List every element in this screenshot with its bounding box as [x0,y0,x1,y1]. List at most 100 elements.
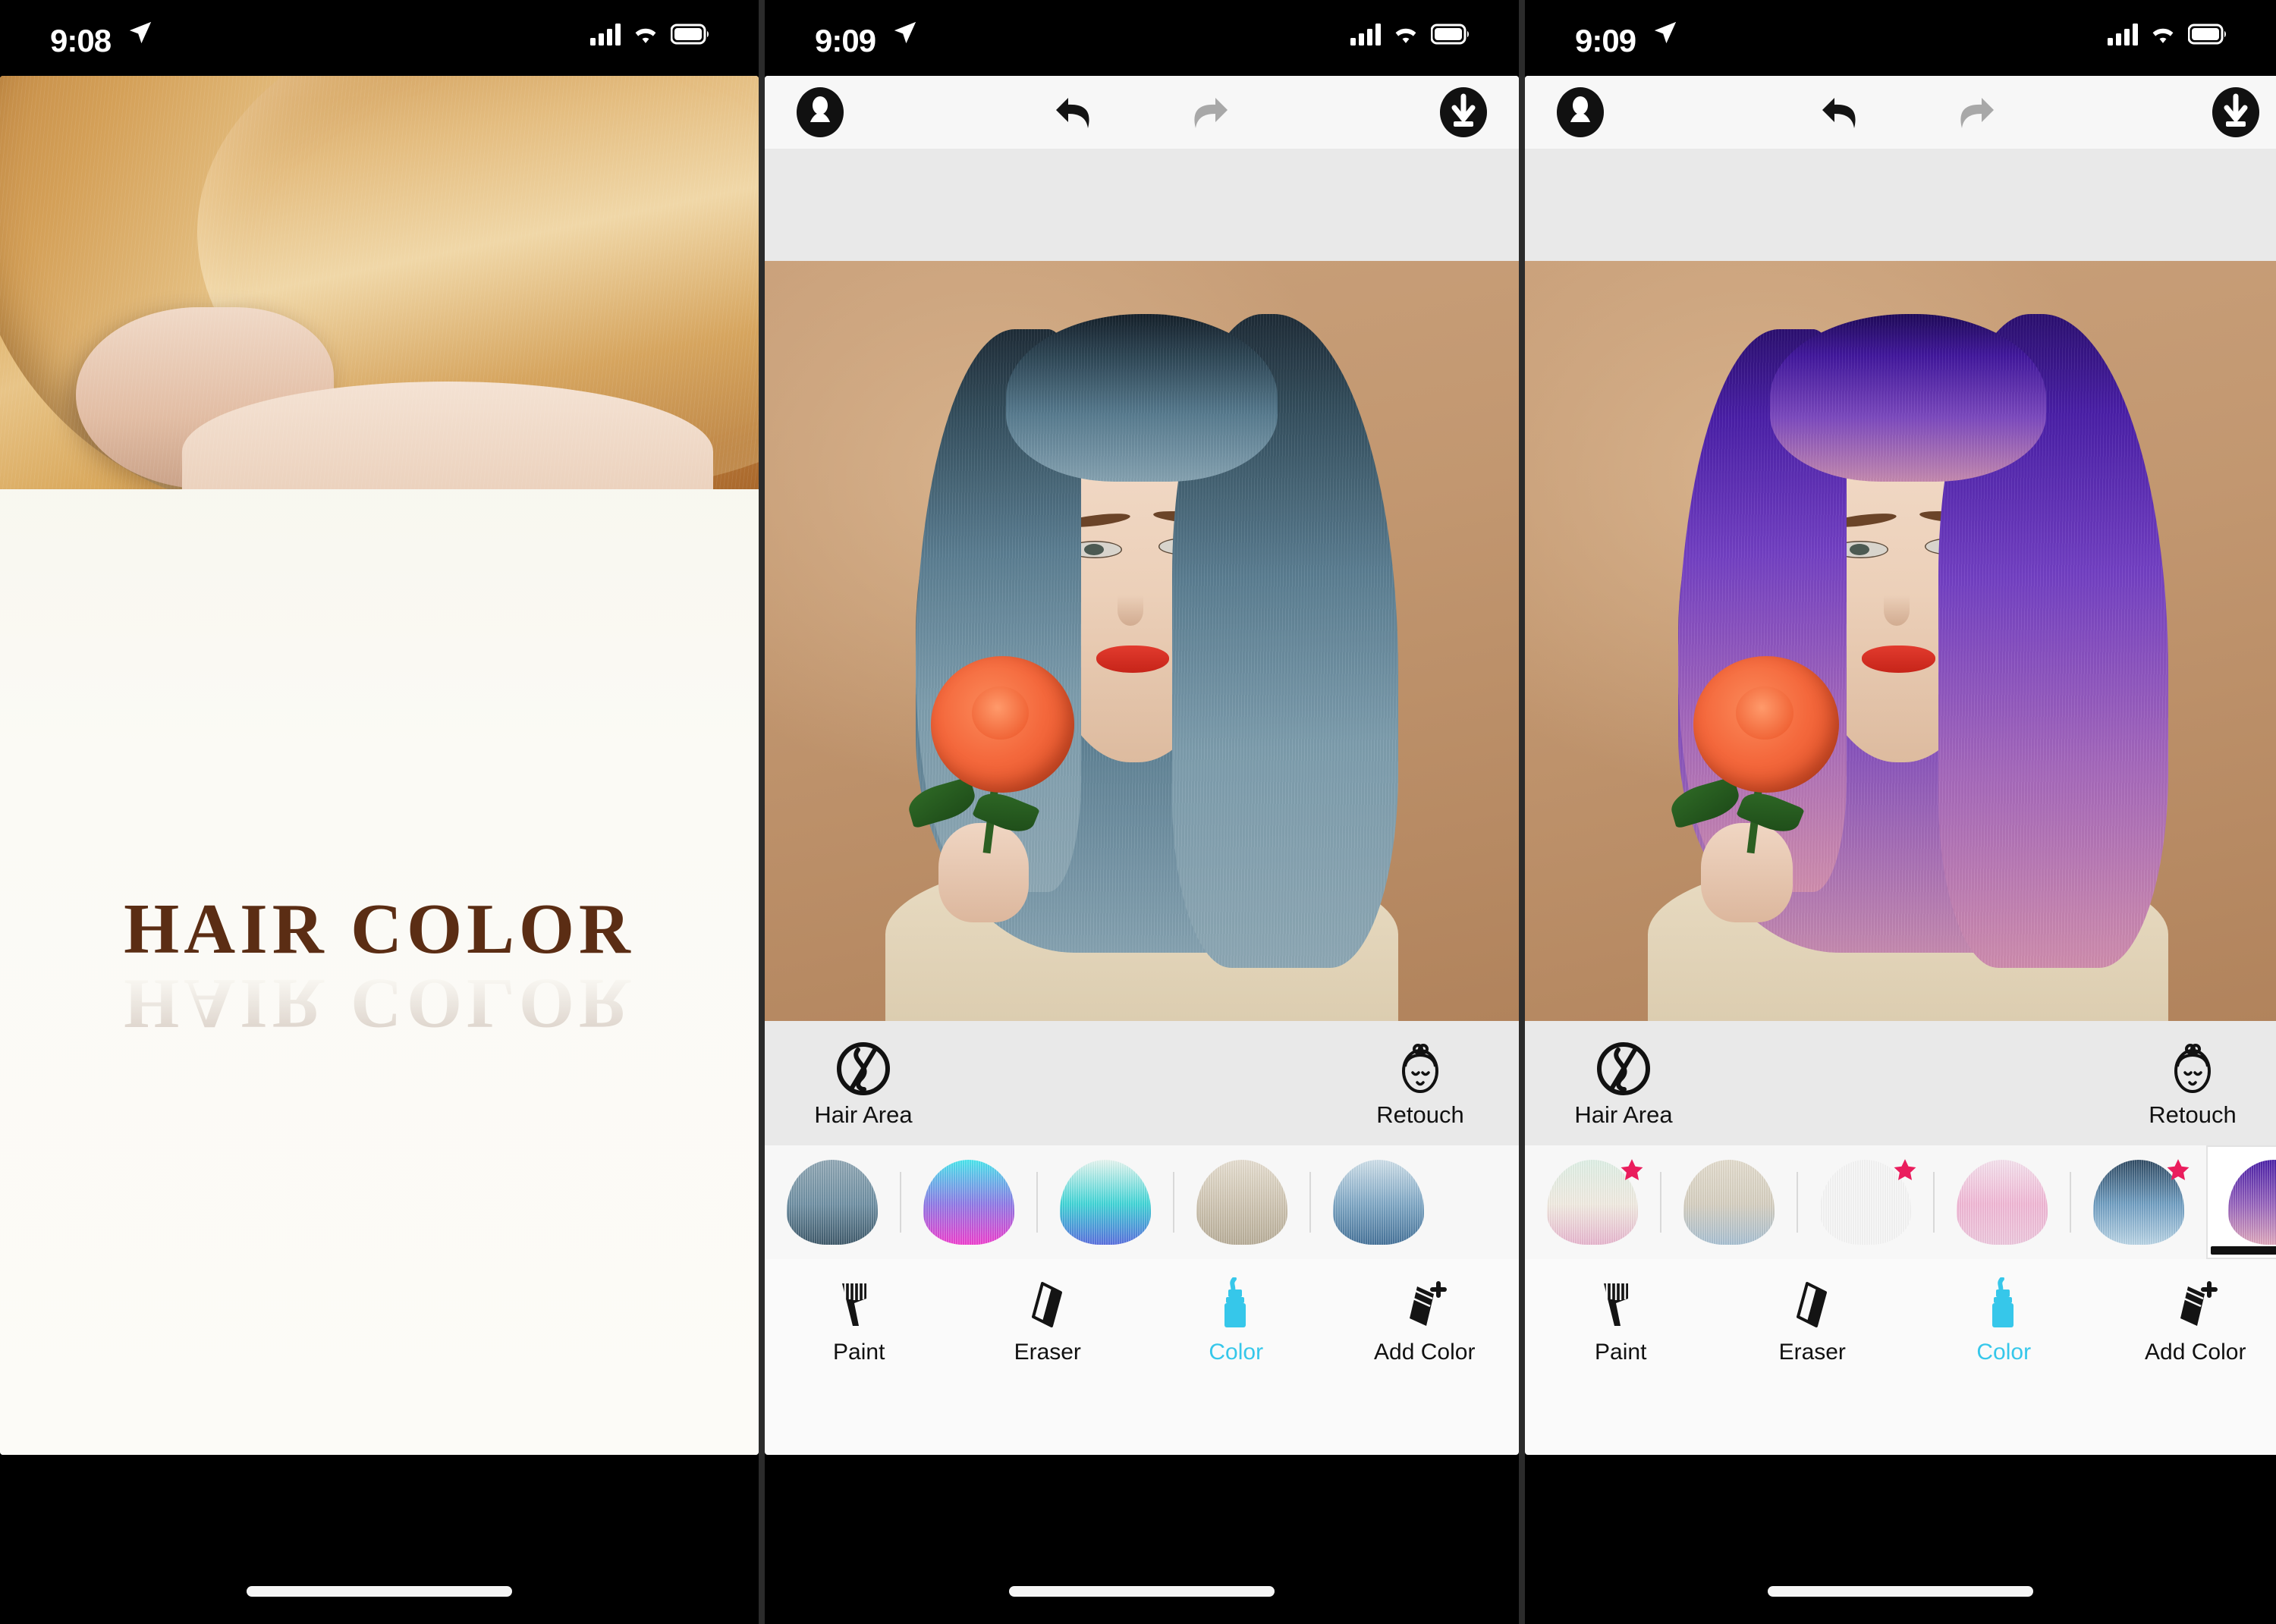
hair-tuft-swatch-icon [1196,1160,1287,1245]
canvas-padding-area [765,149,1519,261]
download-save-icon[interactable] [1438,87,1489,137]
hero-hair-photo [0,76,759,489]
premium-star-icon [2167,1159,2190,1180]
editor-app: Hair Area Retouch Paint Eraser Color Add… [1525,76,2276,1455]
status-right-cluster [1350,23,1472,46]
splash-screen: HAIR COLOR HAIR COLOR [0,76,759,1455]
hair-area-button[interactable]: Hair Area [787,1038,939,1129]
color-swatch-strip[interactable] [765,1145,1519,1259]
retouch-button[interactable]: Retouch [1344,1038,1496,1129]
status-bar: 9:09 [765,0,1519,76]
color-swatch-ash-blonde-blue[interactable] [1661,1145,1797,1259]
tab-label: Paint [1595,1340,1647,1365]
edited-photo-blue[interactable] [765,261,1519,1021]
paint-brush-icon [1598,1273,1643,1329]
tab-label: Color [1209,1340,1264,1365]
battery-icon [1431,24,1472,45]
edited-photo-purple[interactable] [1525,261,2276,1021]
app-title-reflection: HAIR COLOR [124,964,635,1043]
retouch-button[interactable]: Retouch [2117,1038,2268,1129]
tab-color[interactable]: Color [1908,1259,2100,1379]
paint-brush-icon [836,1273,882,1329]
tab-label: Paint [833,1340,885,1365]
phone-panel-editor-blue: 9:09 Hair Area Retouch Paint Eraser Colo… [765,0,1519,1624]
color-tube-icon [1984,1273,2023,1329]
status-bar: 9:08 [0,0,759,76]
undo-arrow-icon[interactable] [1819,90,1866,134]
battery-icon [2188,24,2229,45]
home-indicator[interactable] [1768,1586,2033,1597]
home-indicator[interactable] [1009,1586,1275,1597]
phone-panel-editor-purple: 9:09 Hair Area Retouch Paint Eraser Colo… [1525,0,2276,1624]
color-swatch-aqua-blue-ombre[interactable] [1038,1145,1173,1259]
wifi-icon [633,24,659,45]
panel-divider [759,0,765,1624]
location-arrow-icon [1652,20,1678,49]
tab-label: Color [1976,1340,2032,1365]
undo-redo-group [1819,90,1997,134]
redo-arrow-icon[interactable] [1184,90,1231,134]
hair-area-button[interactable]: Hair Area [1548,1038,1699,1129]
status-right-cluster [590,23,712,46]
download-save-icon[interactable] [2211,87,2261,137]
premium-star-icon [1621,1159,1643,1180]
hair-area-label: Hair Area [1574,1101,1673,1128]
retouch-label: Retouch [1376,1101,1464,1128]
portrait-photo-icon[interactable] [795,87,845,137]
color-swatch-denim-blue-ombre[interactable] [2071,1145,2206,1259]
tab-label: Eraser [1778,1340,1846,1365]
hair-tuft-swatch-icon [787,1160,878,1245]
tab-label: Add Color [2145,1340,2246,1365]
battery-icon [671,24,712,45]
status-time: 9:09 [815,23,876,58]
status-time: 9:09 [1575,23,1636,58]
color-swatch-mint-pink-ombre[interactable] [1525,1145,1660,1259]
hair-strand-circle-icon [1548,1038,1699,1100]
color-swatch-baby-pink[interactable] [1935,1145,2070,1259]
tab-eraser[interactable]: Eraser [954,1259,1143,1379]
tab-eraser[interactable]: Eraser [1717,1259,1909,1379]
hair-tuft-swatch-icon [1957,1160,2048,1245]
wifi-icon [1393,24,1419,45]
tab-paint[interactable]: Paint [765,1259,954,1379]
location-arrow-icon [892,20,918,49]
color-swatch-platinum-blonde[interactable] [1174,1145,1309,1259]
color-swatch-steel-blue-ombre[interactable] [765,1145,900,1259]
tab-add-color[interactable]: Add Color [2100,1259,2276,1379]
undo-redo-group [1053,90,1231,134]
color-swatch-violet-magenta[interactable] [1798,1145,1933,1259]
hair-tuft-swatch-icon [923,1160,1014,1245]
editor-toolbar [1525,76,2276,149]
app-title: HAIR COLOR [124,890,635,969]
tab-add-color[interactable]: Add Color [1331,1259,1520,1379]
hair-tools-row: Hair Area Retouch [765,1021,1519,1145]
redo-arrow-icon[interactable] [1950,90,1997,134]
wifi-icon [2150,24,2176,45]
color-swatch-sky-blue-ombre[interactable] [1311,1145,1446,1259]
status-bar: 9:09 [1525,0,2276,76]
hair-tuft-swatch-icon [1333,1160,1424,1245]
status-right-cluster [2108,23,2229,46]
tab-color[interactable]: Color [1142,1259,1331,1379]
color-swatch-strip[interactable] [1525,1145,2276,1259]
tab-label: Add Color [1374,1340,1476,1365]
cellular-bars-icon [2108,23,2138,46]
status-time: 9:08 [50,23,112,58]
retouch-label: Retouch [2149,1101,2237,1128]
hair-tuft-swatch-icon [1683,1160,1775,1245]
face-retouch-icon [2117,1038,2268,1100]
home-indicator[interactable] [247,1586,512,1597]
bottom-tab-bar: Paint Eraser Color Add Color [765,1259,1519,1379]
add-color-icon [2171,1273,2220,1329]
tab-paint[interactable]: Paint [1525,1259,1717,1379]
panel-divider [1519,0,1525,1624]
color-tube-icon [1216,1273,1256,1329]
color-swatch-purple-rose-ombre[interactable] [2206,1145,2276,1259]
color-swatch-cyan-magenta-ombre[interactable] [901,1145,1036,1259]
eraser-icon [1026,1273,1070,1329]
eraser-icon [1790,1273,1834,1329]
cellular-bars-icon [590,23,621,46]
portrait-photo-icon[interactable] [1555,87,1605,137]
undo-arrow-icon[interactable] [1053,90,1100,134]
hair-strand-circle-icon [787,1038,939,1100]
